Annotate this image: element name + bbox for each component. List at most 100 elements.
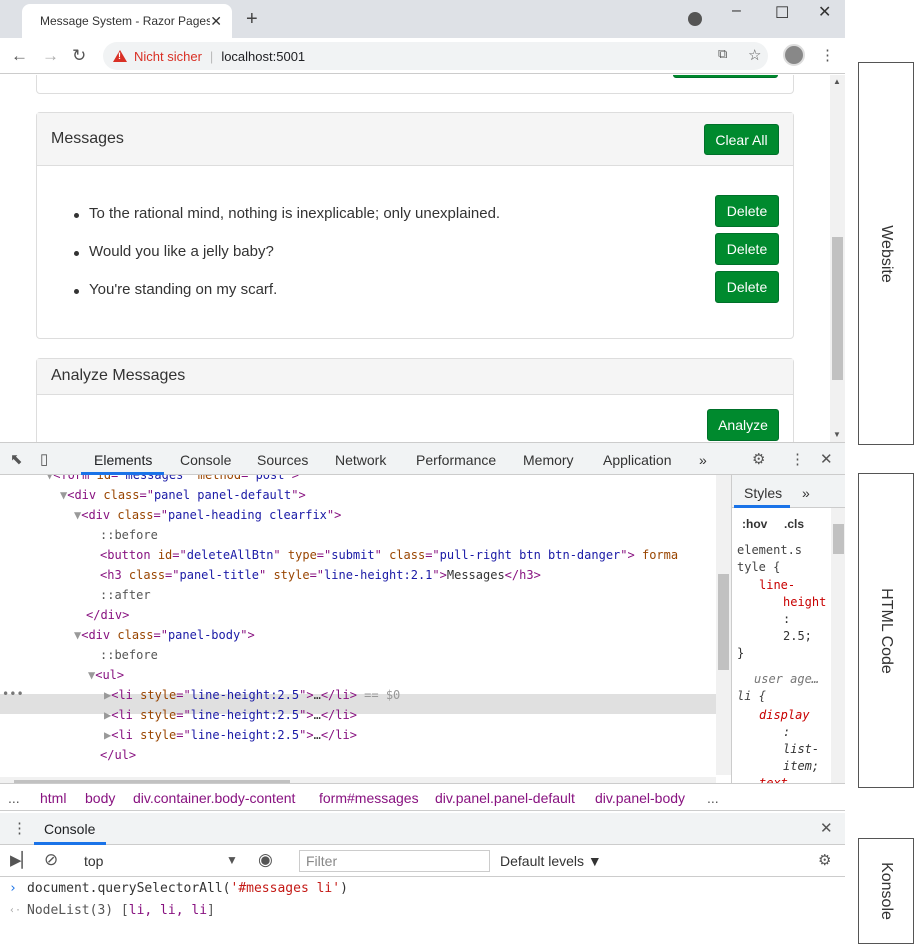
styles-scrollbar[interactable] [831,508,845,793]
styles-pane: Styles » :hov .cls element.s tyle { line… [731,475,845,793]
live-expression-eye-icon[interactable]: ◉ [258,850,273,870]
maximize-icon[interactable]: ☐ [775,3,789,23]
dom-node-line[interactable]: ▼<form id="messages" method="post"> [46,475,299,485]
console-result[interactable]: NodeList(3) [li, li, li] [27,901,215,921]
dom-node-line[interactable]: ▼<div class="panel-body"> [74,625,255,645]
tab-performance[interactable]: Performance [416,452,496,468]
dom-node-line[interactable]: ::before [100,525,158,545]
style-value[interactable]: 2.5; [783,628,812,645]
console-sidebar-icon[interactable]: ▶▏ [10,851,33,869]
breadcrumb-ellipsis-left[interactable]: ... [8,790,20,806]
breadcrumb-panel-body[interactable]: div.panel-body [595,790,685,806]
minimize-icon[interactable]: – [732,2,741,20]
breadcrumb-ellipsis-right[interactable]: ... [707,790,719,806]
forward-icon[interactable]: → [42,46,59,66]
clear-all-button[interactable]: Clear All [704,124,779,155]
dom-node-line[interactable]: ::before [100,645,158,665]
message-item-1: To the rational mind, nothing is inexpli… [73,205,501,222]
elements-vscroll-thumb[interactable] [718,574,729,670]
console-filter-input[interactable]: Filter [299,850,490,872]
tab-console[interactable]: Console [180,452,231,468]
dom-node-line[interactable]: ▶<li style="line-height:2.5">…</li> [104,705,357,725]
new-tab-button[interactable]: + [246,8,258,31]
bookmark-star-icon[interactable]: ☆ [748,46,761,64]
elements-tree[interactable]: ▼<form id="messages" method="post"> ▼<div… [0,475,731,793]
back-icon[interactable]: ← [11,46,28,66]
breadcrumb-form[interactable]: form#messages [319,790,419,806]
delete-button-1[interactable]: Delete [715,195,779,227]
dom-node-line[interactable]: </ul> [100,745,136,765]
tab-network[interactable]: Network [335,452,386,468]
translate-icon[interactable]: ⧉ [718,46,727,62]
previous-panel-button[interactable] [673,75,778,78]
menu-kebab-icon[interactable]: ⋮ [820,46,835,64]
page-scroll-thumb[interactable] [832,237,843,380]
elements-vscrollbar[interactable] [716,475,731,775]
display-prop: display [759,708,810,722]
tab-application[interactable]: Application [603,452,672,468]
breadcrumb-container[interactable]: div.container.body-content [133,790,295,806]
context-dropdown-icon[interactable]: ▼ [226,853,238,867]
clear-console-icon[interactable]: ⊘ [44,850,58,870]
log-levels-select[interactable]: Default levels ▼ [500,853,602,869]
breadcrumb-panel[interactable]: div.panel.panel-default [435,790,575,806]
tab-elements[interactable]: Elements [94,452,152,468]
styles-more-icon[interactable]: » [802,485,810,501]
console-drawer-header: ⋮ Console ✕ [0,813,845,845]
not-secure-label[interactable]: Nicht sicher [134,49,202,64]
style-prop-1[interactable]: line- [759,577,795,594]
styles-scroll-thumb[interactable] [833,524,844,554]
browser-tab[interactable]: Message System - Razor Pages Te ✕ [22,4,232,38]
delete-button-2[interactable]: Delete [715,233,779,265]
dom-node-line[interactable]: ▼<div class="panel panel-default"> [60,485,306,505]
breadcrumb-body[interactable]: body [85,790,115,806]
html-code-label: HTML Code [878,587,895,674]
omnibox[interactable]: Nicht sicher | localhost:5001 [103,42,768,70]
dom-node-selected[interactable]: ▶<li style="line-height:2.5">…</li> == $… [104,685,400,705]
tab-sources[interactable]: Sources [257,452,308,468]
messages-title: Messages [51,130,124,147]
inspect-element-icon[interactable]: ⬉ [10,450,23,468]
cls-toggle[interactable]: .cls [784,516,804,533]
warning-icon [113,50,127,62]
reload-icon[interactable]: ↻ [72,46,86,66]
style-close-brace: } [737,646,745,660]
context-select[interactable]: top [84,853,103,869]
user-avatar[interactable] [783,44,805,66]
dom-node-line[interactable]: ▶<li style="line-height:2.5">…</li> [104,725,357,745]
drawer-close-icon[interactable]: ✕ [820,819,833,837]
title-bar: Message System - Razor Pages Te ✕ + – ☐ … [0,0,845,38]
url-text[interactable]: localhost:5001 [221,49,305,64]
analyze-button[interactable]: Analyze [707,409,779,441]
analyze-panel: Analyze Messages Analyze [36,358,794,442]
dom-node-line[interactable]: ::after [100,585,151,605]
dom-node-line[interactable]: ▼<ul> [88,665,124,685]
console-drawer-tab[interactable]: Console [44,821,95,837]
message-item-3: You're standing on my scarf. [73,281,278,298]
dom-node-line[interactable]: <h3 class="panel-title" style="line-heig… [100,565,541,585]
device-toolbar-icon[interactable]: ▯ [40,450,48,468]
scroll-down-icon[interactable]: ▼ [833,430,841,439]
tab-close-icon[interactable]: ✕ [210,13,222,30]
drawer-menu-icon[interactable]: ⋮ [12,819,27,837]
console-command[interactable]: document.querySelectorAll('#messages li'… [27,879,348,899]
profile-menu-icon[interactable] [688,12,702,26]
console-settings-icon[interactable]: ⚙ [818,851,831,869]
dom-node-line[interactable]: <button id="deleteAllBtn" type="submit" … [100,545,678,565]
page-scrollbar[interactable]: ▲ ▼ [830,75,845,442]
dom-node-line[interactable]: ▼<div class="panel-heading clearfix"> [74,505,341,525]
messages-panel-heading: Messages Clear All [37,113,793,166]
hov-toggle[interactable]: :hov [742,516,767,533]
style-prop-2[interactable]: height [783,594,826,611]
devtools-menu-icon[interactable]: ⋮ [790,450,805,468]
window-close-icon[interactable]: ✕ [818,2,831,22]
tab-memory[interactable]: Memory [523,452,574,468]
breadcrumb-html[interactable]: html [40,790,66,806]
tab-styles[interactable]: Styles [744,485,782,501]
scroll-up-icon[interactable]: ▲ [833,77,841,86]
settings-gear-icon[interactable]: ⚙ [752,450,765,468]
delete-button-3[interactable]: Delete [715,271,779,303]
more-tabs-icon[interactable]: » [699,452,707,468]
devtools-close-icon[interactable]: ✕ [820,450,833,468]
dom-node-line[interactable]: </div> [86,605,129,625]
